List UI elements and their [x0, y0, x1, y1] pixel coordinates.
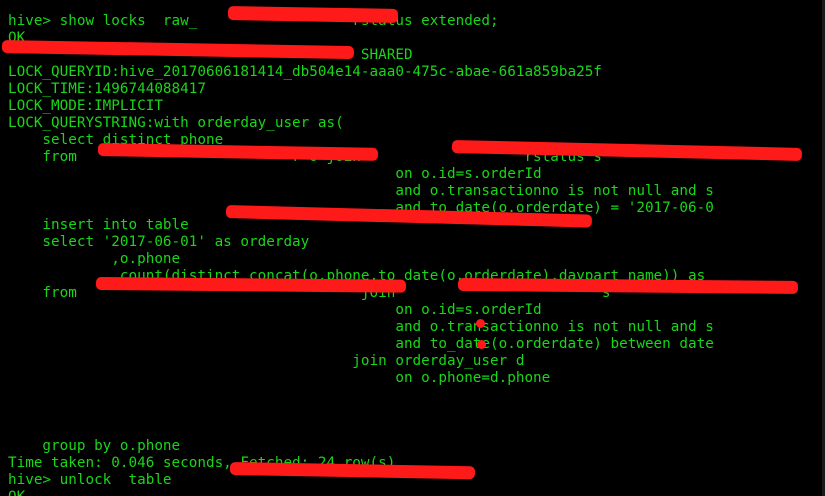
terminal-line: on o.id=s.orderId — [8, 166, 542, 182]
terminal-line: LOCK_QUERYSTRING:with orderday_user as( — [8, 115, 344, 131]
terminal-line: hive> show locks raw_ rstatus extended; — [8, 13, 499, 29]
terminal-line: on o.id=s.orderId — [8, 302, 542, 318]
redaction-dot — [477, 340, 486, 349]
terminal-line: ,o.phone — [8, 251, 181, 267]
terminal-line: LOCK_TIME:1496744088417 — [8, 81, 206, 97]
terminal-line: on o.phone=d.phone — [8, 370, 551, 386]
redaction-mark — [227, 6, 399, 23]
terminal-line: and to_date(o.orderdate) between date — [8, 336, 714, 352]
terminal-line: LOCK_QUERYID:hive_20170606181414_db504e1… — [8, 64, 602, 80]
redaction-dot — [476, 319, 485, 328]
terminal-line: group by o.phone — [8, 438, 181, 454]
terminal-line: join orderday_user d — [8, 353, 525, 369]
terminal-line: select '2017-06-01' as orderday — [8, 234, 310, 250]
terminal-line: OK — [8, 489, 825, 496]
terminal-output: hive> show locks raw_ rstatus extended; O… — [8, 0, 825, 496]
terminal-line: LOCK_MODE:IMPLICIT — [8, 98, 163, 114]
terminal-line: and o.transactionno is not null and s — [8, 183, 714, 199]
terminal-window[interactable]: hive> show locks raw_ rstatus extended; O… — [0, 0, 825, 496]
redaction-mark — [95, 277, 407, 293]
terminal-line: and o.transactionno is not null and s — [8, 319, 714, 335]
